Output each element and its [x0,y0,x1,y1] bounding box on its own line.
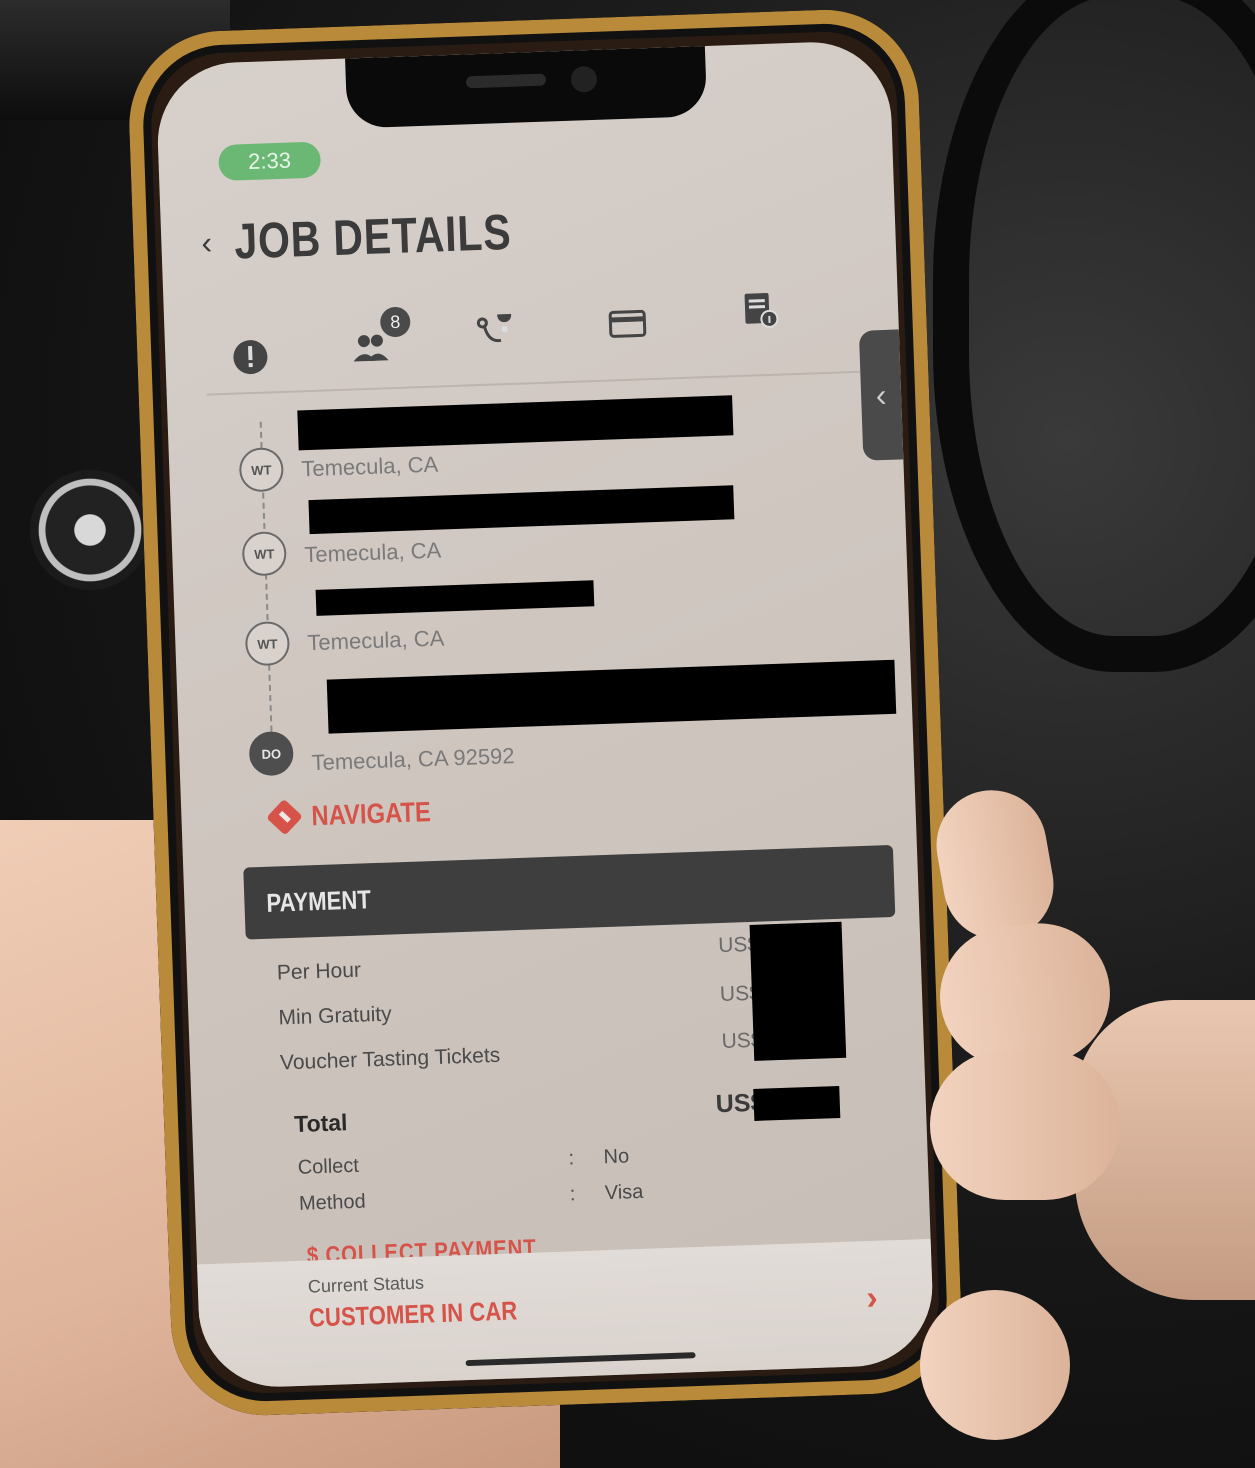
redacted-total [753,1085,841,1121]
stop-city: Temecula, CA [303,537,442,568]
side-drawer-handle[interactable]: ‹ [858,329,904,461]
detail-key: Collect [297,1154,360,1179]
payment-row-label: Min Gratuity [278,1002,393,1030]
stop-marker: DO [248,730,295,777]
detail-separator: : [569,1183,576,1206]
payment-row-label: Per Hour [276,958,362,985]
notch [345,46,708,129]
tab-alert[interactable] [225,331,277,383]
payment-card-icon [608,309,647,338]
redacted-address [326,659,897,734]
detail-value: Visa [604,1180,644,1205]
payment-title: PAYMENT [265,883,372,918]
stop-marker: WT [244,620,291,667]
stop-city: Temecula, CA 92592 [311,743,515,776]
passenger-count-badge: 8 [379,306,411,338]
navigate-label: NAVIGATE [310,796,432,832]
route-icon [476,313,512,343]
stop-city: Temecula, CA [300,451,439,482]
status-value: CUSTOMER IN CAR [308,1295,518,1333]
detail-separator: : [568,1147,575,1170]
document-info-icon [744,293,779,328]
finger [920,1290,1070,1440]
stop-marker: WT [241,530,288,577]
stop-list: WT Temecula, CA WT Temecula, CA WT Temec… [217,381,897,777]
navigate-icon [266,798,303,836]
navigate-button[interactable]: NAVIGATE [266,795,453,836]
tab-route[interactable] [469,309,521,361]
chevron-left-icon[interactable]: ‹ [201,224,213,261]
finger [930,1050,1120,1200]
phone: 2:33 ‹ JOB DETAILS 8 WT Temecula, CA WT … [126,6,964,1419]
alert-icon [233,340,268,375]
redacted-address [315,580,595,616]
speaker-grille [465,73,547,89]
payment-row-label: Voucher Tasting Tickets [279,1043,501,1075]
total-label: Total [293,1109,348,1137]
chevron-right-icon[interactable]: › [866,1279,879,1318]
redacted-address [297,395,734,451]
current-status-bar[interactable]: Current Status CUSTOMER IN CAR › [197,1238,935,1390]
stop-city: Temecula, CA [306,625,445,656]
status-caption: Current Status [307,1272,425,1297]
stop-item[interactable]: WT Temecula, CA [217,391,859,493]
front-camera [570,65,598,93]
climate-knob [30,470,150,590]
tab-bar: 8 [224,292,826,383]
detail-key: Method [298,1190,367,1215]
redacted-address [308,485,735,535]
status-time: 2:33 [217,141,322,182]
phone-screen: 2:33 ‹ JOB DETAILS 8 WT Temecula, CA WT … [155,39,935,1390]
detail-value: No [603,1145,630,1169]
tab-documents[interactable] [733,283,785,335]
stop-marker: WT [238,446,285,493]
payment-breakdown: Per Hour US$ Min Gratuity US$ Voucher Ta… [277,921,891,1215]
page-header: ‹ JOB DETAILS [200,201,572,272]
steering-wheel [933,0,1255,672]
tab-passengers[interactable]: 8 [344,306,411,373]
page-title: JOB DETAILS [233,203,512,270]
stop-item[interactable]: WT Temecula, CA [220,481,862,583]
redacted-amounts [749,921,847,1061]
tab-payment[interactable] [602,298,654,350]
